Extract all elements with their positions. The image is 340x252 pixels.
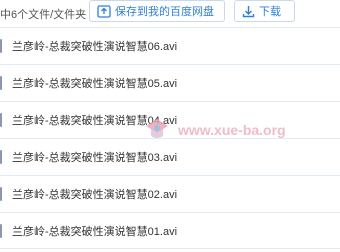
file-row[interactable]: 兰彦岭-总裁突破性演说智慧05.avi bbox=[0, 64, 340, 101]
file-name[interactable]: 兰彦岭-总裁突破性演说智慧02.avi bbox=[12, 186, 177, 202]
file-type-marker bbox=[0, 113, 2, 127]
save-button-label: 保存到我的百度网盘 bbox=[115, 6, 214, 18]
file-name[interactable]: 兰彦岭-总裁突破性演说智慧05.avi bbox=[12, 75, 177, 91]
save-icon bbox=[97, 4, 111, 18]
file-list: 兰彦岭-总裁突破性演说智慧06.avi 兰彦岭-总裁突破性演说智慧05.avi … bbox=[0, 27, 340, 249]
file-name[interactable]: 兰彦岭-总裁突破性演说智慧04.avi bbox=[12, 112, 177, 128]
file-row[interactable]: 兰彦岭-总裁突破性演说智慧01.avi bbox=[0, 212, 340, 249]
file-type-marker bbox=[0, 39, 2, 53]
file-row[interactable]: 兰彦岭-总裁突破性演说智慧03.avi bbox=[0, 138, 340, 175]
download-button[interactable]: 下载 bbox=[234, 0, 295, 22]
file-row[interactable]: 兰彦岭-总裁突破性演说智慧02.avi bbox=[0, 175, 340, 212]
file-type-marker bbox=[0, 224, 2, 238]
file-name[interactable]: 兰彦岭-总裁突破性演说智慧01.avi bbox=[12, 223, 177, 239]
download-button-label: 下载 bbox=[259, 6, 281, 18]
file-row[interactable]: 兰彦岭-总裁突破性演说智慧06.avi bbox=[0, 27, 340, 64]
file-count-label: 中6个文件/文件夹 bbox=[0, 9, 87, 21]
download-icon bbox=[242, 5, 255, 17]
file-type-marker bbox=[0, 150, 2, 164]
file-type-marker bbox=[0, 76, 2, 90]
file-name[interactable]: 兰彦岭-总裁突破性演说智慧06.avi bbox=[12, 38, 177, 54]
file-name[interactable]: 兰彦岭-总裁突破性演说智慧03.avi bbox=[12, 149, 177, 165]
file-type-marker bbox=[0, 187, 2, 201]
toolbar: 中6个文件/文件夹 保存到我的百度网盘 下载 bbox=[0, 0, 340, 26]
file-row[interactable]: 兰彦岭-总裁突破性演说智慧04.avi bbox=[0, 101, 340, 138]
save-to-netdisk-button[interactable]: 保存到我的百度网盘 bbox=[89, 0, 225, 22]
